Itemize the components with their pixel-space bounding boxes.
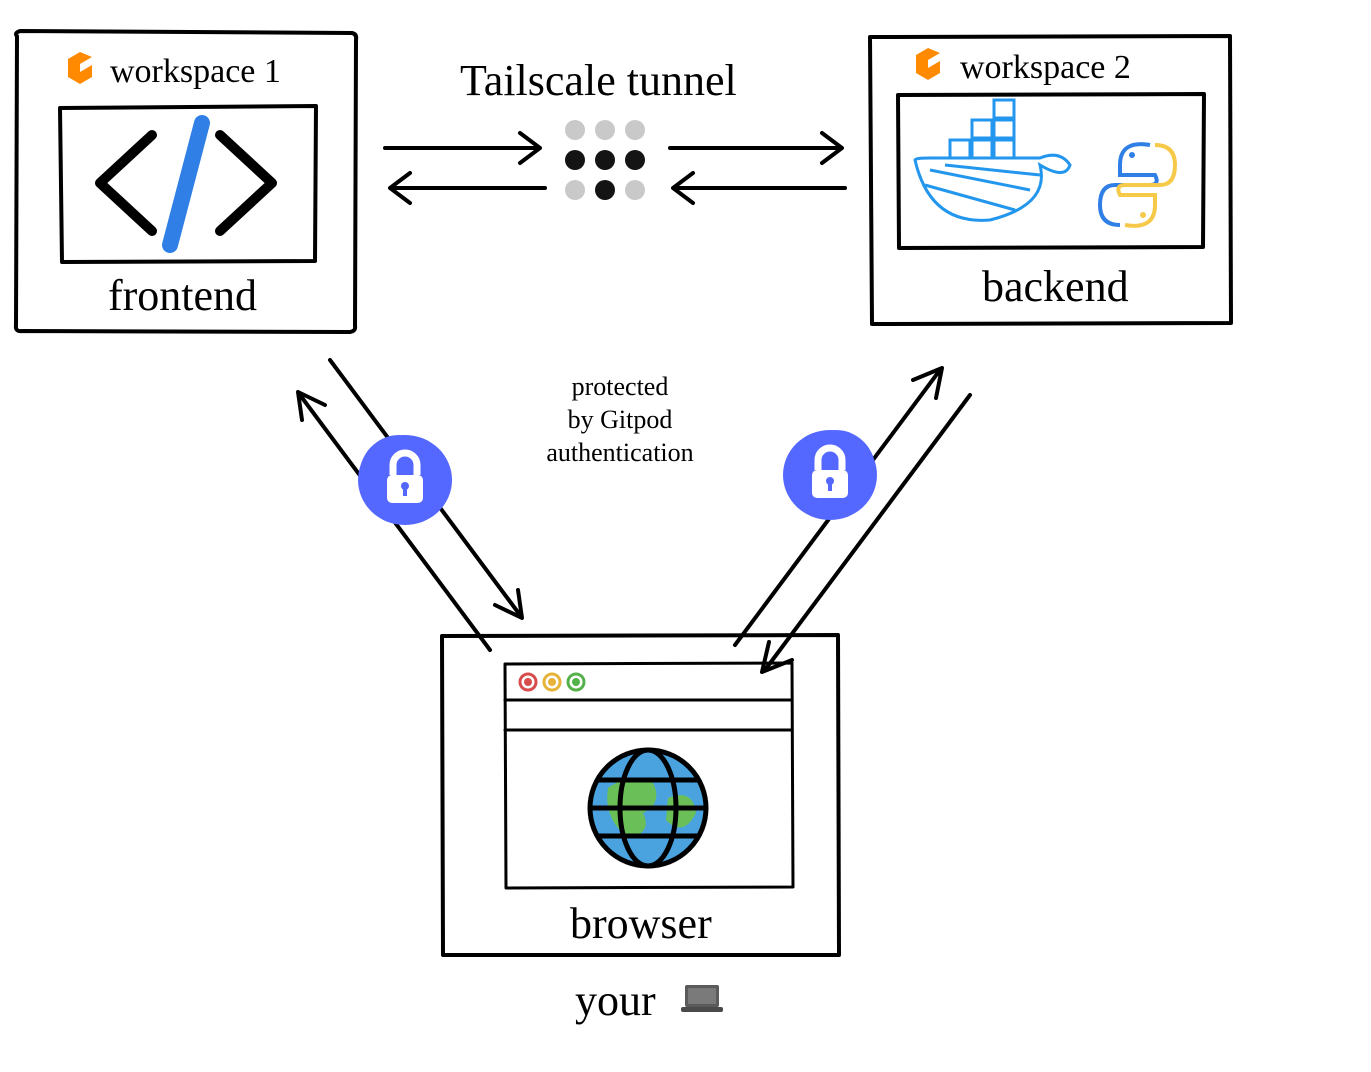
docker-icon xyxy=(915,100,1070,220)
code-icon xyxy=(100,123,272,245)
client-box: browser xyxy=(442,635,839,955)
workspace1-card-label: frontend xyxy=(108,271,257,320)
arrow-ws2-client xyxy=(735,368,970,672)
client-card-label: browser xyxy=(570,899,712,948)
laptop-icon xyxy=(681,985,723,1012)
tunnel-label: Tailscale tunnel xyxy=(460,56,737,105)
svg-text:authentication: authentication xyxy=(546,438,693,467)
auth-note: protected by Gitpod authentication xyxy=(546,372,693,467)
workspace2-title: workspace 2 xyxy=(960,49,1131,86)
svg-text:by Gitpod: by Gitpod xyxy=(568,405,673,434)
lock-badge-right xyxy=(783,430,877,520)
svg-text:your: your xyxy=(575,976,656,1025)
workspace1-box: workspace 1 frontend xyxy=(16,31,356,332)
tailscale-dots-icon xyxy=(565,120,645,200)
workspace2-card-label: backend xyxy=(982,262,1129,311)
gitpod-icon xyxy=(68,52,92,84)
arrow-ws1-to-hub xyxy=(385,133,545,203)
arrow-hub-to-ws2 xyxy=(670,133,845,203)
globe-icon xyxy=(590,750,706,866)
workspace1-title: workspace 1 xyxy=(110,53,281,90)
svg-text:protected: protected xyxy=(572,372,669,401)
client-footer: your xyxy=(575,976,723,1025)
gitpod-icon xyxy=(916,48,940,80)
python-icon xyxy=(1100,144,1175,226)
lock-badge-left xyxy=(358,435,452,525)
workspace2-box: workspace 2 backend xyxy=(870,36,1231,324)
